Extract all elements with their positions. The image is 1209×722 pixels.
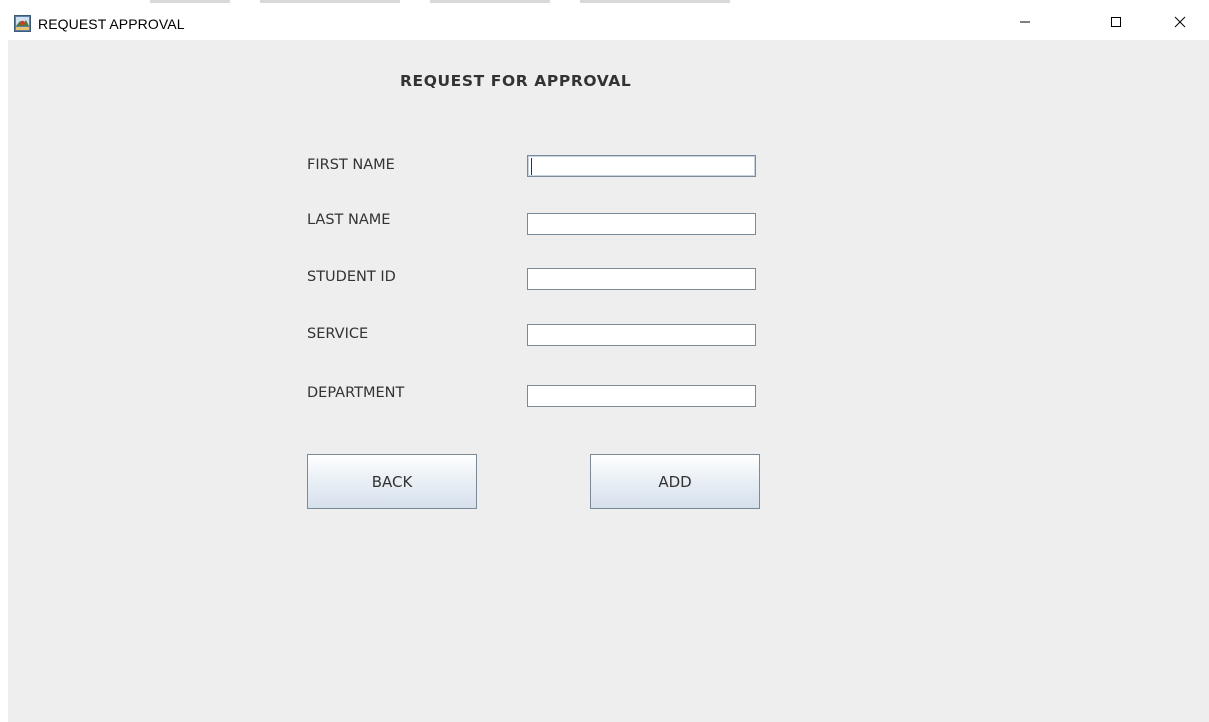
form-panel bbox=[8, 40, 1209, 722]
minimize-button[interactable] bbox=[1002, 6, 1048, 38]
first-name-label: FIRST NAME bbox=[307, 157, 395, 173]
department-field[interactable] bbox=[527, 385, 756, 407]
back-button-label: BACK bbox=[371, 472, 413, 491]
student-id-field[interactable] bbox=[527, 268, 756, 290]
window-title: REQUEST APPROVAL bbox=[38, 16, 185, 32]
close-button[interactable] bbox=[1157, 6, 1203, 38]
background-strip-segment bbox=[260, 0, 400, 3]
maximize-icon bbox=[1111, 17, 1121, 27]
back-button[interactable]: BACK bbox=[307, 454, 477, 509]
add-button-label: ADD bbox=[658, 472, 692, 491]
form-heading: REQUEST FOR APPROVAL bbox=[400, 72, 632, 90]
last-name-field[interactable] bbox=[527, 213, 756, 235]
last-name-label: LAST NAME bbox=[307, 212, 391, 228]
department-label: DEPARTMENT bbox=[307, 385, 405, 401]
title-bar[interactable]: REQUEST APPROVAL bbox=[0, 6, 1209, 40]
service-label: SERVICE bbox=[307, 326, 369, 342]
student-id-label: STUDENT ID bbox=[307, 269, 396, 285]
add-button[interactable]: ADD bbox=[590, 454, 760, 509]
minimize-icon bbox=[1020, 21, 1030, 23]
java-app-icon bbox=[14, 15, 31, 32]
close-icon bbox=[1174, 16, 1186, 28]
text-caret bbox=[531, 158, 532, 175]
service-field[interactable] bbox=[527, 324, 756, 346]
background-strip-segment bbox=[580, 0, 730, 3]
background-window-strip bbox=[0, 0, 1209, 4]
app-window: REQUEST APPROVAL REQUEST FOR APPROVAL FI… bbox=[0, 0, 1209, 722]
background-strip-segment bbox=[150, 0, 230, 3]
first-name-field[interactable] bbox=[527, 155, 756, 177]
background-strip-segment bbox=[430, 0, 550, 3]
maximize-button[interactable] bbox=[1093, 6, 1139, 38]
